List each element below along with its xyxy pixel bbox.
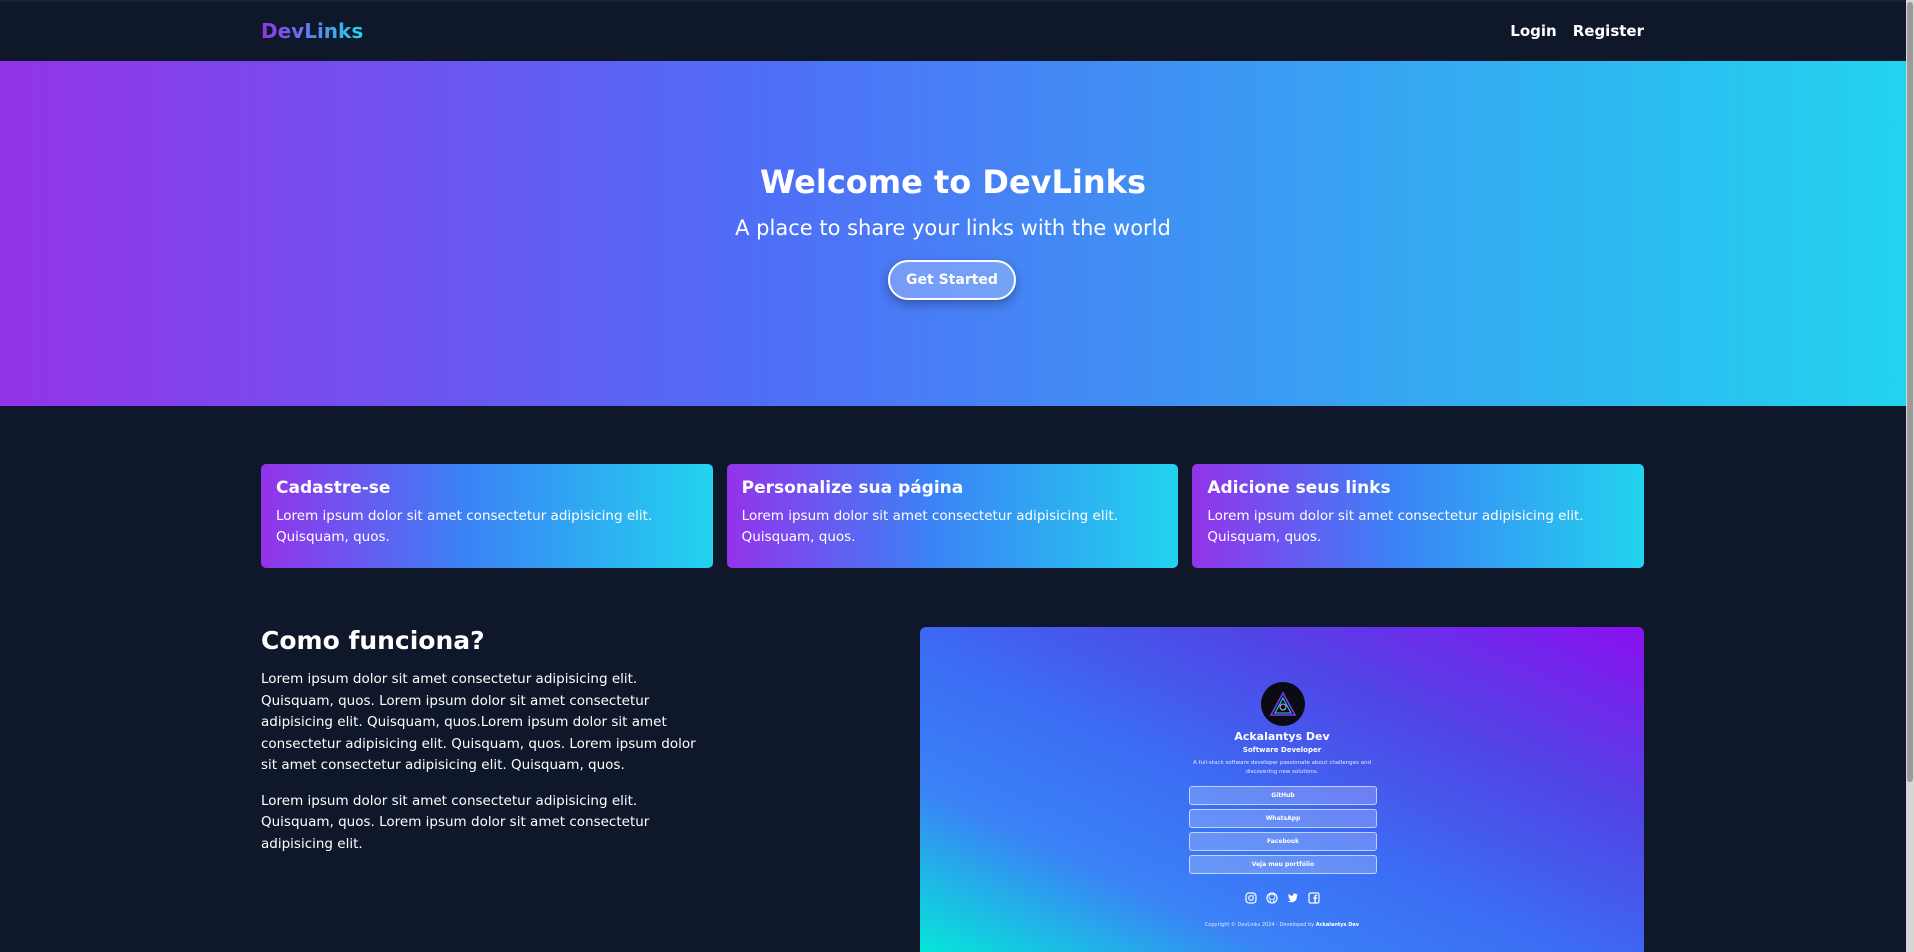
feature-card-text: Lorem ipsum dolor sit amet consectetur a… [1207, 508, 1584, 545]
how-it-works-section: Como funciona? Lorem ipsum dolor sit ame… [261, 626, 711, 869]
profile-footer: Copyright © DevLinks 2024 - Developed by… [920, 922, 1644, 928]
feature-card-title: Personalize sua página [741, 478, 964, 498]
how-it-works-title: Como funciona? [261, 626, 485, 655]
profile-link-whatsapp[interactable]: WhatsApp [1189, 809, 1377, 828]
scrollbar[interactable] [1906, 0, 1914, 952]
profile-description: A full-stack software developer passiona… [1193, 760, 1371, 775]
instagram-icon[interactable] [1244, 891, 1257, 904]
social-icons [920, 891, 1644, 904]
register-link[interactable]: Register [1573, 22, 1644, 40]
page: DevLinks Login Register Welcome to DevLi… [0, 0, 1906, 952]
profile-link-portfolio[interactable]: Veja meu portfólio [1189, 855, 1377, 874]
hero-title: Welcome to DevLinks [760, 163, 1146, 201]
scrollbar-thumb[interactable] [1907, 2, 1913, 782]
hero-subtitle: A place to share your links with the wor… [735, 216, 1171, 240]
feature-card-text: Lorem ipsum dolor sit amet consectetur a… [276, 508, 653, 545]
profile-link-facebook[interactable]: Facebook [1189, 832, 1377, 851]
avatar-logo-icon [1269, 691, 1297, 716]
how-it-works-paragraph: Lorem ipsum dolor sit amet consectetur a… [261, 792, 650, 852]
feature-card-title: Adicione seus links [1207, 478, 1391, 498]
feature-card-signup: Cadastre-se Lorem ipsum dolor sit amet c… [261, 464, 713, 568]
profile-role: Software Developer [1242, 746, 1322, 754]
navbar: DevLinks Login Register [0, 2, 1906, 61]
avatar [1261, 682, 1305, 726]
profile-name: Ackalantys Dev [1234, 730, 1330, 743]
feature-card-customize: Personalize sua página Lorem ipsum dolor… [726, 464, 1179, 568]
feature-card-text: Lorem ipsum dolor sit amet consectetur a… [741, 508, 1118, 545]
profile-preview: Ackalantys Dev Software Developer A full… [920, 627, 1644, 952]
how-it-works-paragraph: Lorem ipsum dolor sit amet consectetur a… [261, 671, 696, 773]
footer-author[interactable]: Ackalantys Dev [1316, 922, 1359, 928]
get-started-button[interactable]: Get Started [888, 260, 1016, 300]
profile-links: GitHub WhatsApp Facebook Veja meu portfó… [1189, 786, 1377, 874]
hero-section: Welcome to DevLinks A place to share you… [0, 61, 1906, 406]
feature-card-links: Adicione seus links Lorem ipsum dolor si… [1192, 464, 1645, 568]
profile-link-github[interactable]: GitHub [1189, 786, 1377, 805]
facebook-icon[interactable] [1307, 891, 1320, 904]
feature-card-title: Cadastre-se [276, 478, 391, 498]
nav-links: Login Register [1510, 22, 1644, 40]
footer-copyright: Copyright © DevLinks 2024 - Developed by [1204, 922, 1315, 928]
login-link[interactable]: Login [1510, 22, 1556, 40]
twitter-icon[interactable] [1286, 891, 1299, 904]
logo[interactable]: DevLinks [261, 19, 363, 43]
github-icon[interactable] [1265, 891, 1278, 904]
features-section: Cadastre-se Lorem ipsum dolor sit amet c… [261, 464, 1645, 568]
